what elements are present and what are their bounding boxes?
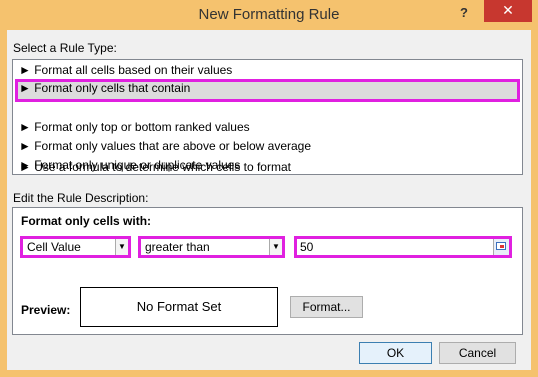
chevron-down-icon[interactable]: ▼ bbox=[269, 239, 282, 255]
rule-type-item[interactable]: ► Format all cells based on their values bbox=[15, 61, 520, 80]
rule-type-label: Select a Rule Type: bbox=[13, 41, 117, 55]
operator-select[interactable]: greater than ▼ bbox=[138, 236, 285, 258]
preview-label: Preview: bbox=[21, 303, 71, 317]
preview-box: No Format Set bbox=[80, 287, 278, 327]
condition-type-select[interactable]: Cell Value ▼ bbox=[20, 236, 131, 258]
range-select-icon bbox=[496, 242, 506, 250]
new-formatting-rule-dialog: New Formatting Rule ? ✕ Select a Rule Ty… bbox=[0, 0, 538, 377]
chevron-down-icon[interactable]: ▼ bbox=[115, 239, 128, 255]
close-button[interactable]: ✕ bbox=[484, 0, 532, 22]
condition-type-value: Cell Value bbox=[27, 240, 81, 254]
help-button[interactable]: ? bbox=[453, 4, 475, 24]
rule-type-item[interactable]: ► Use a formula to determine which cells… bbox=[15, 158, 520, 177]
rule-type-item[interactable]: ► Format only top or bottom ranked value… bbox=[15, 118, 520, 137]
cancel-button[interactable]: Cancel bbox=[439, 342, 516, 364]
rule-description-panel: Format only cells with: Cell Value ▼ gre… bbox=[12, 207, 523, 335]
value-input-text: 50 bbox=[300, 240, 314, 254]
rule-type-item[interactable]: ► Format only values that are above or b… bbox=[15, 137, 520, 156]
rule-description-label: Edit the Rule Description: bbox=[13, 191, 149, 205]
operator-value: greater than bbox=[145, 240, 210, 254]
format-cells-heading: Format only cells with: bbox=[21, 214, 152, 228]
value-input[interactable]: 50 bbox=[294, 236, 512, 258]
dialog-body: Select a Rule Type: ► Format all cells b… bbox=[7, 30, 531, 370]
title-bar: New Formatting Rule ? ✕ bbox=[0, 0, 538, 30]
collapse-dialog-button[interactable] bbox=[493, 239, 509, 255]
format-button[interactable]: Format... bbox=[290, 296, 363, 318]
rule-type-item-selected[interactable]: ► Format only cells that contain bbox=[15, 79, 520, 102]
ok-button[interactable]: OK bbox=[359, 342, 432, 364]
